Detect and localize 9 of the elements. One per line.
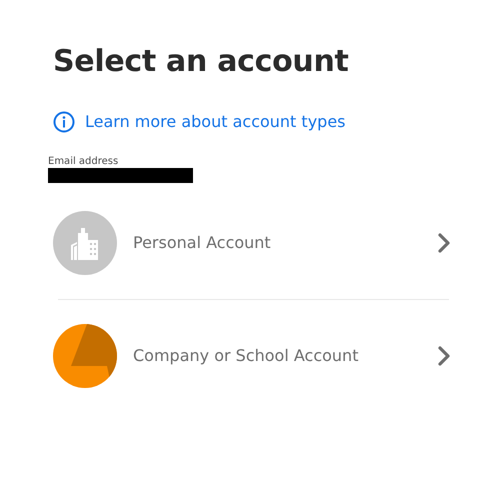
field-label: Email address bbox=[48, 156, 120, 168]
building-icon bbox=[53, 211, 117, 275]
info-icon bbox=[53, 111, 75, 133]
chevron-right-icon bbox=[438, 233, 450, 253]
learn-more-link[interactable]: Learn more about account types bbox=[85, 110, 346, 134]
chevron-right-icon bbox=[438, 346, 450, 366]
page-title: Select an account bbox=[53, 44, 350, 80]
account-option[interactable]: Company or School Account bbox=[48, 324, 450, 388]
account-option[interactable]: Personal Account bbox=[48, 211, 450, 275]
